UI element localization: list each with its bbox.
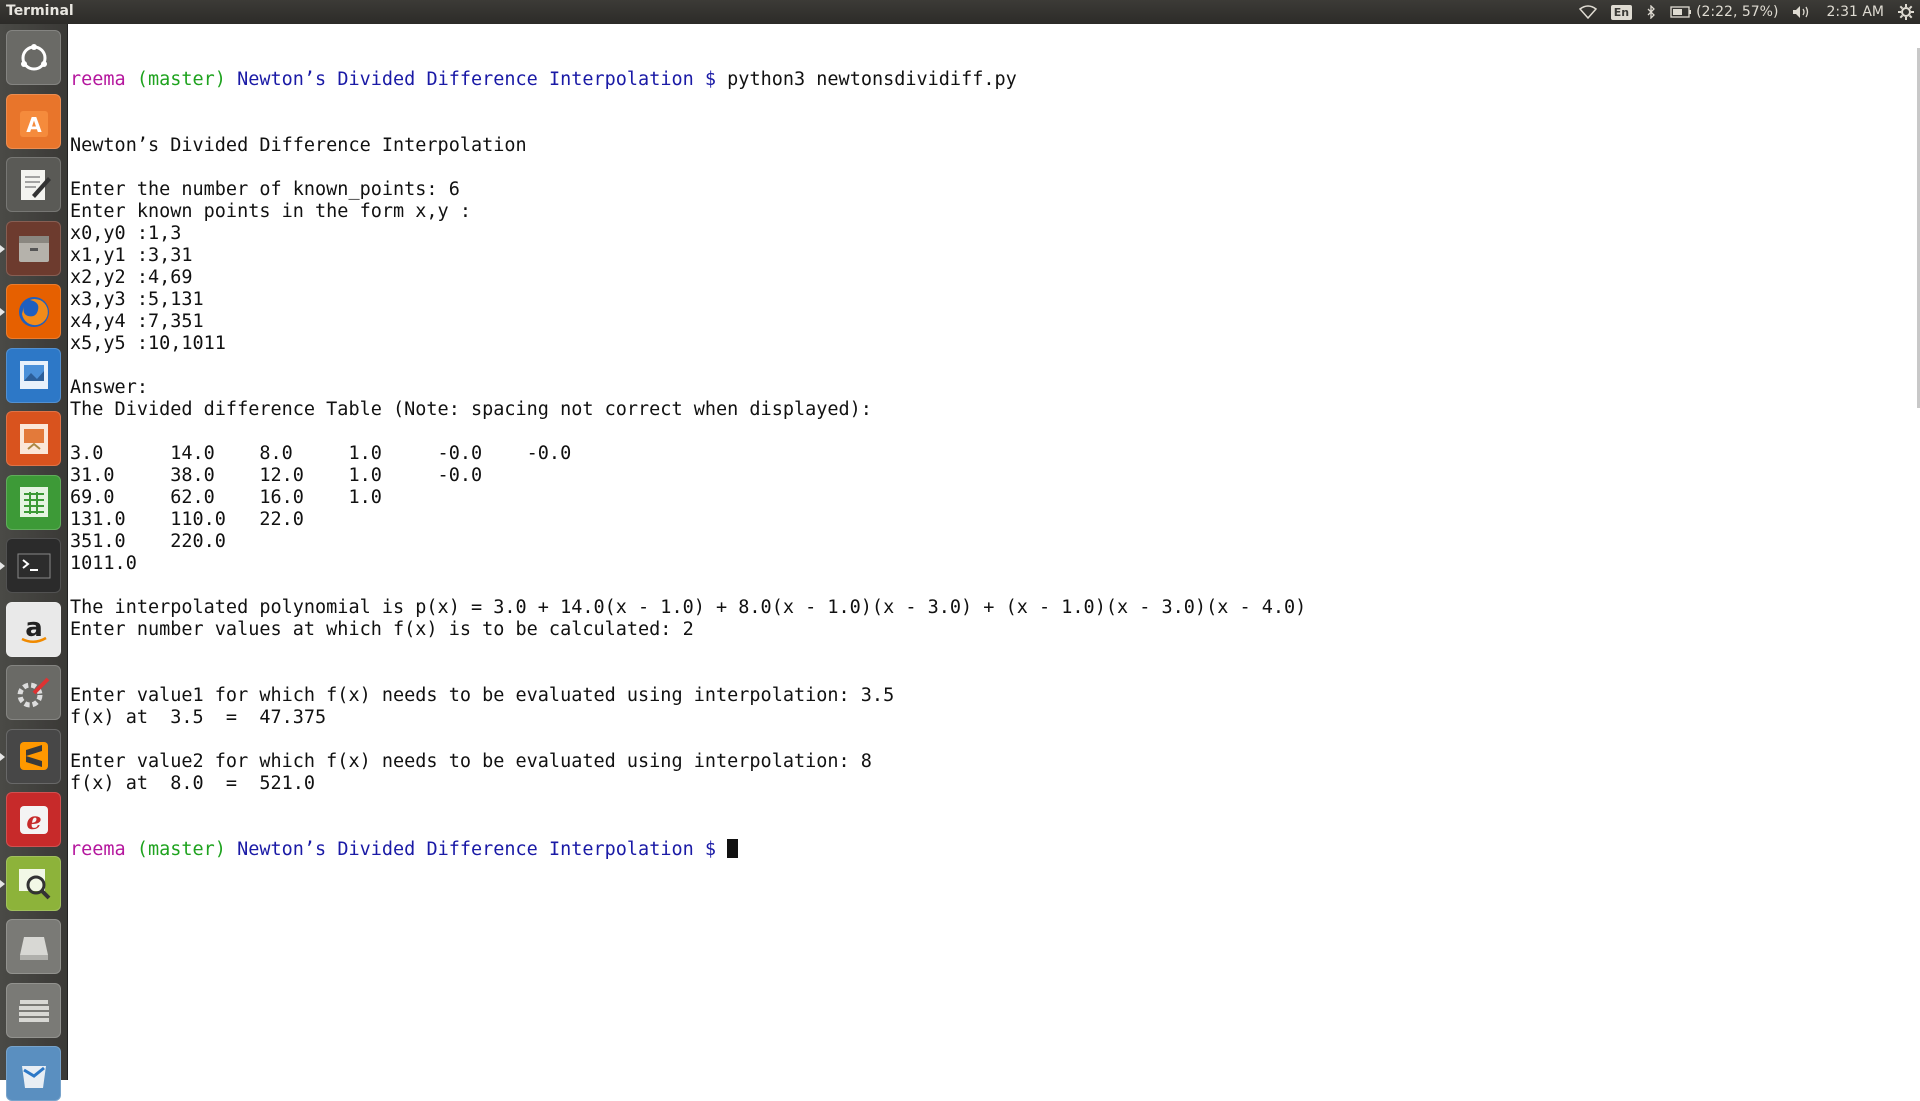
impress-icon[interactable]	[6, 411, 61, 466]
system-monitor-icon[interactable]	[6, 855, 61, 911]
output-line: Newton’s Divided Difference Interpolatio…	[70, 135, 527, 156]
running-indicator	[0, 752, 5, 761]
output-line: x4,y4 :7,351	[70, 311, 204, 332]
files-icon[interactable]	[6, 220, 61, 276]
output-line: Enter known points in the form x,y :	[70, 201, 471, 222]
clock[interactable]: 2:31 AM	[1826, 4, 1884, 20]
command-text: python3 newtonsdividiff.py	[727, 69, 1017, 90]
prompt-branch: (master)	[136, 69, 226, 90]
output-line: 131.0 110.0 22.0	[70, 509, 304, 530]
text-cursor	[727, 839, 739, 858]
prompt-directory: Newton’s Divided Difference Interpolatio…	[237, 839, 694, 860]
indicator-area: En (2:22, 57%) 2:31 AM	[1578, 0, 1914, 24]
output-line: 351.0 220.0	[70, 531, 226, 552]
drive-icon[interactable]	[6, 919, 61, 974]
output-line: 3.0 14.0 8.0 1.0 -0.0 -0.0	[70, 443, 572, 464]
amazon-icon[interactable]: a	[6, 601, 61, 657]
volume-icon[interactable]	[1792, 5, 1812, 19]
output-line: x0,y0 :1,3	[70, 223, 182, 244]
app-e-icon[interactable]: e	[6, 792, 61, 847]
system-settings-icon[interactable]	[6, 665, 61, 720]
output-line: x5,y5 :10,1011	[70, 333, 226, 354]
output-line: x3,y3 :5,131	[70, 289, 204, 310]
running-indicator	[0, 879, 5, 888]
running-indicator	[0, 562, 5, 570]
battery-icon	[1670, 6, 1692, 18]
prompt-directory: Newton’s Divided Difference Interpolatio…	[237, 69, 694, 90]
launcher: Aa e	[0, 24, 68, 1101]
svg-text:A: A	[26, 113, 42, 137]
output-line: The interpolated polynomial is p(x) = 3.…	[70, 597, 1307, 618]
prompt-user: reema	[70, 69, 126, 90]
command-line: reema (master) Newton’s Divided Differen…	[70, 69, 1306, 91]
wifi-icon[interactable]	[1578, 5, 1597, 19]
calc-icon[interactable]	[6, 474, 61, 530]
prompt-symbol: $	[704, 839, 717, 860]
output-line: Enter the number of known_points: 6	[70, 179, 460, 200]
prompt-user: reema	[70, 839, 126, 860]
text-editor-icon[interactable]	[6, 157, 61, 212]
output-line: x1,y1 :3,31	[70, 245, 193, 266]
running-indicator	[0, 244, 5, 253]
top-panel: Terminal En (2:22, 57%) 2:31 AM	[0, 0, 1920, 24]
trash-icon[interactable]	[6, 1046, 61, 1101]
terminal-output[interactable]: reema (master) Newton’s Divided Differen…	[70, 25, 1306, 905]
sublime-text-icon[interactable]	[6, 728, 61, 784]
firefox-icon[interactable]	[6, 284, 61, 339]
output-line: The Divided difference Table (Note: spac…	[70, 399, 872, 420]
svg-text:a: a	[25, 613, 43, 643]
keyboard-layout-indicator[interactable]: En	[1610, 4, 1633, 20]
svg-text:e: e	[26, 806, 41, 835]
output-line: x2,y2 :4,69	[70, 267, 193, 288]
prompt-symbol: $	[704, 69, 717, 90]
bluetooth-icon[interactable]	[1646, 5, 1656, 19]
prompt-branch: (master)	[136, 839, 226, 860]
active-prompt-line[interactable]: reema (master) Newton’s Divided Differen…	[70, 839, 1306, 861]
output-line: Enter value2 for which f(x) needs to be …	[70, 751, 872, 772]
output-line: 69.0 62.0 16.0 1.0	[70, 487, 382, 508]
image-viewer-icon[interactable]	[6, 347, 61, 403]
output-line: f(x) at 8.0 = 521.0	[70, 773, 316, 794]
output-line: Enter value1 for which f(x) needs to be …	[70, 685, 895, 706]
terminal-window[interactable]: reema (master) Newton’s Divided Differen…	[68, 24, 1920, 1080]
running-indicator	[0, 308, 5, 316]
output-line: Enter number values at which f(x) is to …	[70, 619, 694, 640]
output-line: 31.0 38.0 12.0 1.0 -0.0	[70, 465, 483, 486]
battery-label: (2:22, 57%)	[1696, 4, 1779, 20]
system-menu-gear-icon[interactable]	[1898, 4, 1914, 20]
output-line: f(x) at 3.5 = 47.375	[70, 707, 327, 728]
dash-home-icon[interactable]	[6, 30, 61, 85]
battery-indicator[interactable]: (2:22, 57%)	[1670, 4, 1778, 20]
output-lines: Newton’s Divided Difference Interpolatio…	[70, 135, 1306, 795]
keyboard-layout-label: En	[1610, 4, 1633, 20]
software-center-icon[interactable]: A	[6, 93, 61, 149]
window-title: Terminal	[6, 3, 74, 19]
output-line: 1011.0	[70, 553, 137, 574]
terminal-icon[interactable]	[6, 538, 61, 593]
drive-stack-icon[interactable]	[6, 982, 61, 1038]
output-line: Answer:	[70, 377, 148, 398]
